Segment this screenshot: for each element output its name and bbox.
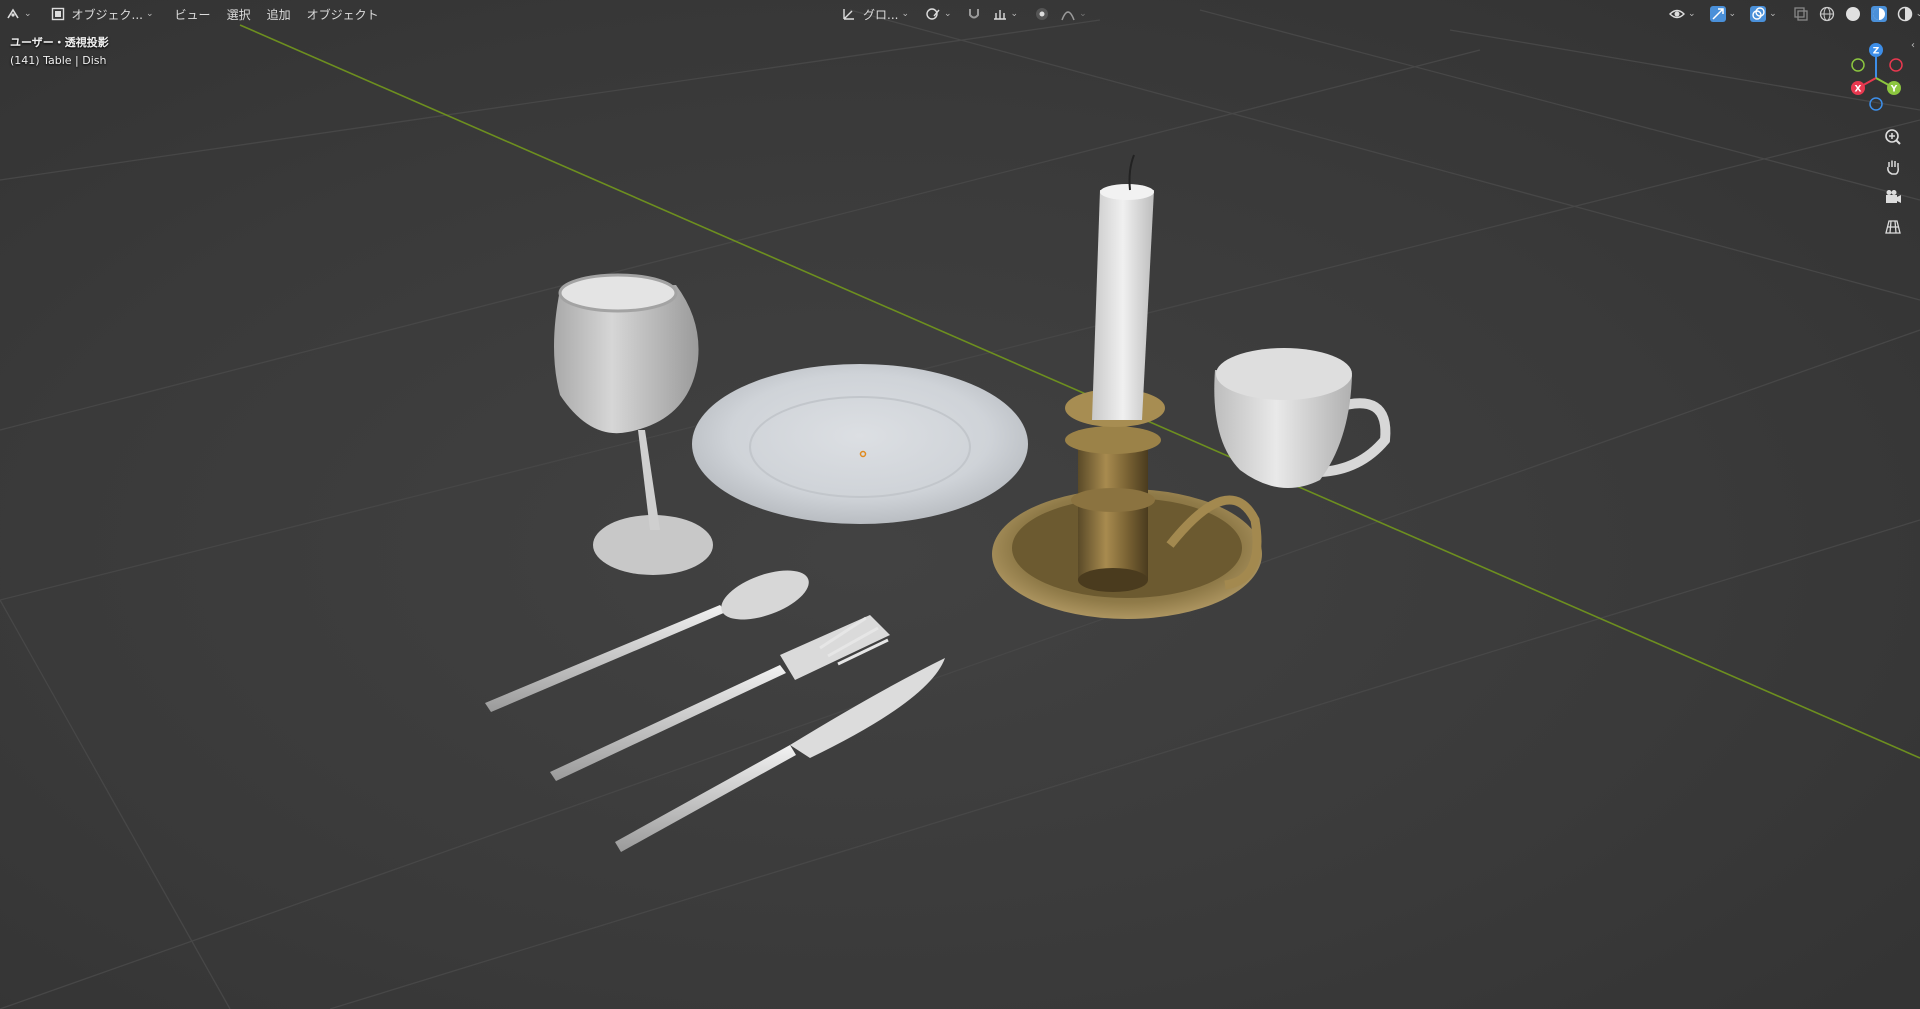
pan-button[interactable] [1880,154,1906,180]
neg-y-axis-handle[interactable] [1851,58,1865,72]
navigation-gizmo[interactable]: Z X Y [1836,40,1916,116]
orientation-label: グロ... [863,7,899,22]
fork[interactable] [550,615,890,781]
navigation-tools [1880,120,1912,244]
plate[interactable] [692,364,1028,524]
proportional-icon [1036,8,1049,20]
wireframe-shading-button[interactable] [1814,3,1840,25]
xray-icon [1793,7,1808,21]
neg-x-axis-handle[interactable] [1889,58,1903,72]
z-axis-label: Z [1873,47,1880,57]
solid-shading-icon [1845,7,1860,21]
snap-toggle[interactable] [961,3,987,25]
menu-bar: ビュー 選択 追加 オブジェクト [167,6,387,23]
spoon[interactable] [485,560,815,712]
object-mode-icon [51,7,64,21]
snap-icon [968,9,979,19]
editor-type-icon [7,8,19,19]
editor-type-button[interactable]: ⌄ [0,3,37,25]
menu-select[interactable]: 選択 [219,6,259,23]
visibility-icon [1669,9,1685,19]
wireframe-shading-icon [1819,6,1834,22]
wine-glass[interactable] [554,273,713,575]
scene-render[interactable] [0,0,1920,1009]
header-center-tools: グロ... ⌄ ⌄ ⌄ ⌄ [836,3,1092,25]
menu-add[interactable]: 追加 [259,6,299,23]
visibility-button[interactable]: ⌄ [1664,3,1701,25]
y-axis-label: Y [1890,85,1898,95]
perspective-toggle-button[interactable] [1880,214,1906,240]
overlay-toggle[interactable]: ⌄ [1745,3,1782,25]
zoom-icon [1885,129,1901,145]
grid-icon [1885,220,1901,234]
menu-object[interactable]: オブジェクト [299,6,387,23]
zoom-button[interactable] [1880,124,1906,150]
xray-toggle[interactable] [1788,3,1814,25]
solid-shading-button[interactable] [1840,3,1866,25]
rendered-shading-button[interactable]: ⌄ [1892,3,1920,25]
gizmo-toggle-icon [1709,6,1726,22]
proportional-editing-toggle[interactable] [1029,3,1055,25]
overlay-icon [1750,6,1767,22]
cup[interactable] [1214,348,1391,488]
snap-target-icon [993,10,1006,20]
transform-orientation-icon [843,9,854,20]
viewport-header: ⌄ オブジェク... ⌄ ビュー 選択 追加 オブジェクト グロ... ⌄ ⌄ … [0,0,1920,28]
active-object-label: (141) Table | Dish [10,54,107,67]
camera-view-button[interactable] [1880,184,1906,210]
transform-orientation-selector[interactable]: グロ... ⌄ [836,3,914,25]
knife[interactable] [615,658,945,852]
proportional-falloff-button[interactable]: ⌄ [1055,3,1092,25]
menu-view[interactable]: ビュー [167,6,219,23]
header-right-tools: ⌄ ⌄ ⌄ ⌄ [1664,3,1920,25]
y-axis-line [239,24,1920,759]
3d-viewport[interactable]: ⌄ オブジェク... ⌄ ビュー 選択 追加 オブジェクト グロ... ⌄ ⌄ … [0,0,1920,1009]
material-shading-button[interactable] [1866,3,1892,25]
falloff-icon [1061,11,1075,21]
viewport-info: ユーザー・透視投影 (141) Table | Dish [10,34,109,70]
mode-label: オブジェク... [71,7,143,22]
snap-target-button[interactable]: ⌄ [987,3,1024,25]
rendered-shading-icon [1897,6,1912,22]
x-axis-label: X [1855,85,1862,95]
mode-selector[interactable]: オブジェク... ⌄ [45,3,159,25]
gizmo-toggle[interactable]: ⌄ [1705,3,1742,25]
view-perspective-label: ユーザー・透視投影 [10,36,109,49]
floor-grid [0,9,1920,1009]
pivot-icon [926,8,940,20]
neg-z-axis-handle[interactable] [1869,97,1883,111]
material-shading-icon [1870,6,1887,22]
camera-icon [1886,190,1901,203]
pivot-point-button[interactable]: ⌄ [920,3,957,25]
pan-hand-icon [1887,160,1899,175]
